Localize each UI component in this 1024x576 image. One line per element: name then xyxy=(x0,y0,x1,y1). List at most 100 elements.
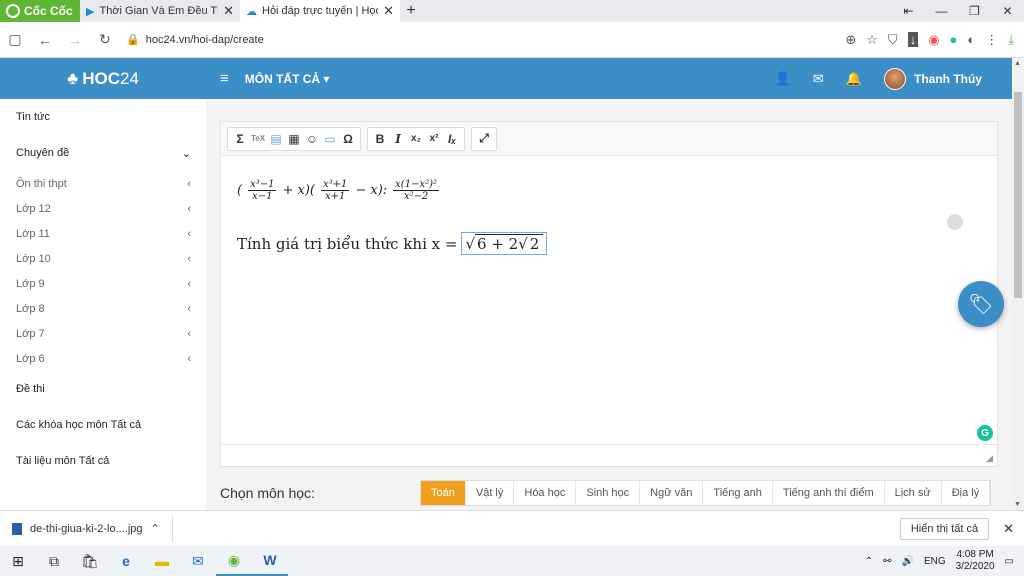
account-icon[interactable]: ◐ xyxy=(967,32,975,47)
coccoc-extension-icon[interactable]: ◉ xyxy=(928,32,939,48)
task-view-icon[interactable]: ⧉ xyxy=(36,546,72,576)
subscript-icon[interactable]: x₂ xyxy=(407,130,425,148)
sidebar-item-exams[interactable]: Đề thi xyxy=(0,371,206,407)
bell-icon[interactable]: 🔔 xyxy=(846,71,862,87)
add-friend-icon[interactable]: 👤 xyxy=(775,71,791,87)
restore-button[interactable]: ❐ xyxy=(958,0,991,22)
tab-close-icon[interactable]: ✕ xyxy=(223,3,234,19)
sidebar-toggle-icon[interactable]: ▢ xyxy=(0,31,30,48)
edge-icon[interactable]: e xyxy=(108,546,144,576)
tab-search-icon[interactable]: ⇤ xyxy=(892,0,925,22)
store-icon[interactable]: 🛍 xyxy=(72,546,108,576)
sidebar-item-grade10[interactable]: Lớp 10 ‹ xyxy=(0,246,206,271)
mail-icon[interactable]: ✉ xyxy=(813,71,824,87)
selected-math-formula[interactable]: √ 6 + 2√ 2 xyxy=(461,232,548,255)
address-bar-row: ▢ ← → ↻ 🔒 hoc24.vn/hoi-dap/create ⊕ ☆ ⛉ … xyxy=(0,22,1024,58)
main-menu: ≡ MÔN TẤT CẢ ▾ xyxy=(220,70,329,87)
sidebar-item-grade8[interactable]: Lớp 8 ‹ xyxy=(0,296,206,321)
sidebar-item-courses[interactable]: Các khóa học môn Tất cả xyxy=(0,407,206,443)
superscript-icon[interactable]: x² xyxy=(425,130,443,148)
scroll-thumb[interactable] xyxy=(1014,92,1022,298)
table-icon[interactable]: ▦ xyxy=(285,130,303,148)
maximize-icon[interactable]: ⤢ xyxy=(475,130,493,148)
user-menu[interactable]: Thanh Thúy xyxy=(884,67,982,90)
sidebar-item-topics[interactable]: Chuyên đề ⌄ xyxy=(0,135,206,171)
sidebar-item-thpt[interactable]: Ôn thi thpt ‹ xyxy=(0,171,206,196)
close-window-button[interactable]: ✕ xyxy=(991,0,1024,22)
subject-english[interactable]: Tiếng anh xyxy=(703,480,773,505)
grammarly-extension-icon[interactable]: ● xyxy=(950,32,958,47)
download-icon[interactable]: ⤓ xyxy=(1008,32,1014,48)
menu-dots-icon[interactable]: ⋮ xyxy=(985,32,998,48)
sidebar-item-grade9[interactable]: Lớp 9 ‹ xyxy=(0,271,206,296)
scroll-up-icon[interactable]: ▲ xyxy=(1014,60,1021,67)
tab-music[interactable]: ▶ Thời Gian Và Em Đều Thật Nó ✕ xyxy=(80,0,240,22)
sidebar-item-grade12[interactable]: Lớp 12 ‹ xyxy=(0,196,206,221)
tab-close-icon[interactable]: ✕ xyxy=(383,3,394,19)
tab-hoc24[interactable]: ☁ Hỏi đáp trực tuyến | Học trực ✕ xyxy=(240,0,400,22)
clear-format-icon[interactable]: Iₓ xyxy=(443,130,461,148)
smiley-icon[interactable]: ☺ xyxy=(303,130,321,148)
subject-history[interactable]: Lịch sử xyxy=(885,480,942,505)
minimize-button[interactable]: — xyxy=(925,0,958,22)
sidebar-item-grade7[interactable]: Lớp 7 ‹ xyxy=(0,321,206,346)
resize-handle-icon[interactable]: ◢ xyxy=(986,453,993,464)
shield-icon[interactable]: ⛉ xyxy=(888,32,898,48)
tab-title: Thời Gian Và Em Đều Thật Nó xyxy=(99,5,218,17)
sidebar-item-grade6[interactable]: Lớp 6 ‹ xyxy=(0,346,206,371)
page-scrollbar[interactable]: ▲ ▼ xyxy=(1012,58,1024,510)
subject-math[interactable]: Toán xyxy=(421,480,466,505)
network-icon[interactable]: ⚯ xyxy=(883,556,891,567)
coccoc-taskbar-icon[interactable]: ◉ xyxy=(216,546,252,576)
language-indicator[interactable]: ENG xyxy=(924,556,946,567)
subject-chemistry[interactable]: Hóa học xyxy=(514,480,577,505)
sidebar-item-news[interactable]: Tin tức xyxy=(0,99,206,135)
windows-start-icon[interactable]: ⊞ xyxy=(0,546,36,576)
forward-button[interactable]: → xyxy=(60,32,90,48)
italic-icon[interactable]: I xyxy=(389,130,407,148)
tag-button[interactable]: 🏷 xyxy=(958,281,1004,327)
subject-label: Chọn môn học: xyxy=(220,484,315,501)
chevron-up-icon[interactable]: ⌃ xyxy=(151,522,160,535)
tex-icon[interactable]: TeX xyxy=(249,130,267,148)
subject-physics[interactable]: Vật lý xyxy=(466,480,515,505)
bookmark-star-icon[interactable]: ☆ xyxy=(866,32,878,48)
clock[interactable]: 4:08 PM 3/2/2020 xyxy=(956,549,995,573)
omega-icon[interactable]: Ω xyxy=(339,130,357,148)
subject-biology[interactable]: Sinh học xyxy=(576,480,641,505)
scroll-down-icon[interactable]: ▼ xyxy=(1014,501,1021,508)
bold-icon[interactable]: B xyxy=(371,130,389,148)
download-item[interactable]: de-thi-giua-ki-2-lo....jpg ⌃ xyxy=(0,515,173,542)
subject-english-pilot[interactable]: Tiếng anh thí điểm xyxy=(773,480,885,505)
file-explorer-icon[interactable]: ▬ xyxy=(144,546,180,576)
show-all-downloads-button[interactable]: Hiển thị tất cả xyxy=(899,517,990,540)
sidebar-item-grade11[interactable]: Lớp 11 ‹ xyxy=(0,221,206,246)
hamburger-icon[interactable]: ≡ xyxy=(220,70,229,87)
editor-content[interactable]: ( x³−1 x−1 + x)( x³+1 x+1 − x): x(1−x²)² x²… xyxy=(221,156,997,269)
paste-icon[interactable]: ▤ xyxy=(267,130,285,148)
sidebar-item-documents[interactable]: Tài liệu môn Tất cả xyxy=(0,443,206,479)
sigma-icon[interactable]: Σ xyxy=(231,130,249,148)
subject-dropdown[interactable]: MÔN TẤT CẢ ▾ xyxy=(245,72,330,86)
question-editor[interactable]: Σ TeX ▤ ▦ ☺ ▭ Ω B I x₂ x² Iₓ ⤢ ( x³−1 x−… xyxy=(220,121,998,467)
sidebar-item-label: Chuyên đề xyxy=(16,147,70,159)
volume-icon[interactable]: 🔊 xyxy=(901,556,913,567)
subject-literature[interactable]: Ngữ văn xyxy=(640,480,704,505)
site-logo[interactable]: ♣ HOC 24 xyxy=(0,69,206,89)
url-field[interactable]: 🔒 hoc24.vn/hoi-dap/create xyxy=(126,33,845,47)
back-button[interactable]: ← xyxy=(30,32,60,48)
coccoc-menu-button[interactable]: Cốc Cốc xyxy=(0,0,80,22)
zoom-icon[interactable]: ⊕ xyxy=(845,32,856,48)
grammarly-icon[interactable]: G xyxy=(977,425,993,441)
reload-button[interactable]: ↻ xyxy=(90,31,120,48)
new-tab-button[interactable]: + xyxy=(400,0,422,22)
tray-chevron-icon[interactable]: ⌃ xyxy=(865,556,873,567)
word-icon[interactable]: W xyxy=(252,546,288,576)
image-icon[interactable]: ▭ xyxy=(321,130,339,148)
close-downloads-icon[interactable]: ✕ xyxy=(1003,521,1014,537)
download-app-icon[interactable]: ↓ xyxy=(907,32,919,47)
notification-icon[interactable]: ▭ xyxy=(1005,556,1014,567)
mail-app-icon[interactable]: ✉ xyxy=(180,546,216,576)
lock-icon: 🔒 xyxy=(126,34,140,46)
subject-geography[interactable]: Địa lý xyxy=(942,480,991,505)
